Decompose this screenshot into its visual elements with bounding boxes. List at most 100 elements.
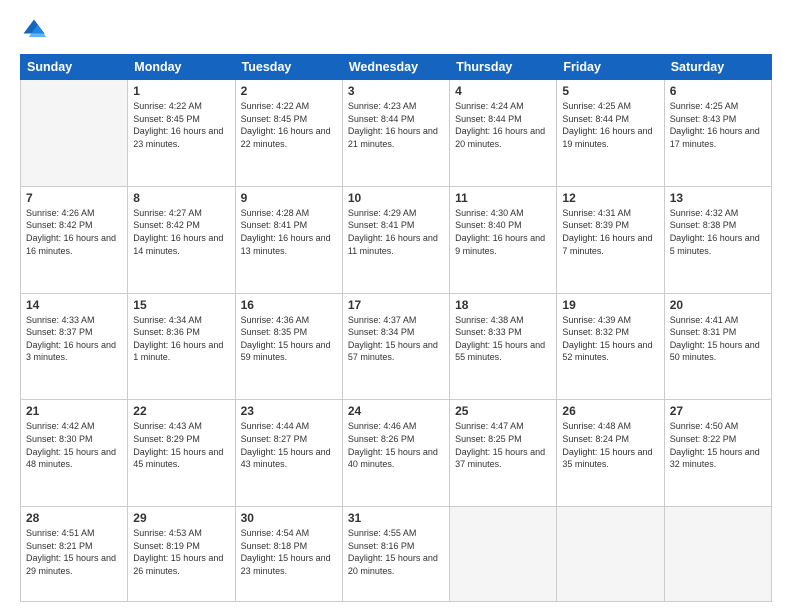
day-number: 20	[670, 298, 766, 312]
day-info: Sunrise: 4:26 AMSunset: 8:42 PMDaylight:…	[26, 207, 122, 257]
calendar-cell: 2Sunrise: 4:22 AMSunset: 8:45 PMDaylight…	[235, 80, 342, 187]
day-info: Sunrise: 4:25 AMSunset: 8:44 PMDaylight:…	[562, 100, 658, 150]
calendar-cell: 10 Sunrise: 4:29 AMSunset: 8:41 PMDayligh…	[342, 186, 449, 293]
calendar-cell: 17 Sunrise: 4:37 AMSunset: 8:34 PMDayligh…	[342, 293, 449, 400]
day-number: 28	[26, 511, 122, 525]
day-number: 14	[26, 298, 122, 312]
calendar-cell	[664, 507, 771, 602]
page: SundayMondayTuesdayWednesdayThursdayFrid…	[0, 0, 792, 612]
calendar-week-row: 21 Sunrise: 4:42 AMSunset: 8:30 PMDayligh…	[21, 400, 772, 507]
calendar-cell: 1 Sunrise: 4:22 AMSunset: 8:45 PMDaylight…	[128, 80, 235, 187]
day-info: Sunrise: 4:42 AMSunset: 8:30 PMDaylight:…	[26, 420, 122, 470]
weekday-header: Tuesday	[235, 55, 342, 80]
day-number: 1	[133, 84, 229, 98]
day-number: 17	[348, 298, 444, 312]
calendar-cell: 27 Sunrise: 4:50 AMSunset: 8:22 PMDayligh…	[664, 400, 771, 507]
day-number: 31	[348, 511, 444, 525]
calendar-cell: 7 Sunrise: 4:26 AMSunset: 8:42 PMDaylight…	[21, 186, 128, 293]
day-number: 7	[26, 191, 122, 205]
calendar-cell: 25 Sunrise: 4:47 AMSunset: 8:25 PMDayligh…	[450, 400, 557, 507]
calendar-cell: 9 Sunrise: 4:28 AMSunset: 8:41 PMDaylight…	[235, 186, 342, 293]
day-info: Sunrise: 4:43 AMSunset: 8:29 PMDaylight:…	[133, 420, 229, 470]
calendar-cell: 16 Sunrise: 4:36 AMSunset: 8:35 PMDayligh…	[235, 293, 342, 400]
weekday-header: Saturday	[664, 55, 771, 80]
day-info: Sunrise: 4:24 AMSunset: 8:44 PMDaylight:…	[455, 100, 551, 150]
day-info: Sunrise: 4:51 AMSunset: 8:21 PMDaylight:…	[26, 527, 122, 577]
day-number: 8	[133, 191, 229, 205]
calendar-cell: 6 Sunrise: 4:25 AMSunset: 8:43 PMDaylight…	[664, 80, 771, 187]
day-number: 25	[455, 404, 551, 418]
weekday-header: Friday	[557, 55, 664, 80]
calendar-week-row: 14 Sunrise: 4:33 AMSunset: 8:37 PMDayligh…	[21, 293, 772, 400]
calendar-cell: 26 Sunrise: 4:48 AMSunset: 8:24 PMDayligh…	[557, 400, 664, 507]
day-info: Sunrise: 4:50 AMSunset: 8:22 PMDaylight:…	[670, 420, 766, 470]
day-info: Sunrise: 4:53 AMSunset: 8:19 PMDaylight:…	[133, 527, 229, 577]
calendar-cell	[21, 80, 128, 187]
weekday-header-row: SundayMondayTuesdayWednesdayThursdayFrid…	[21, 55, 772, 80]
day-info: Sunrise: 4:54 AMSunset: 8:18 PMDaylight:…	[241, 527, 337, 577]
calendar-cell: 31 Sunrise: 4:55 AMSunset: 8:16 PMDayligh…	[342, 507, 449, 602]
calendar-cell	[450, 507, 557, 602]
day-number: 10	[348, 191, 444, 205]
day-info: Sunrise: 4:47 AMSunset: 8:25 PMDaylight:…	[455, 420, 551, 470]
day-info: Sunrise: 4:48 AMSunset: 8:24 PMDaylight:…	[562, 420, 658, 470]
calendar-cell: 23 Sunrise: 4:44 AMSunset: 8:27 PMDayligh…	[235, 400, 342, 507]
day-info: Sunrise: 4:31 AMSunset: 8:39 PMDaylight:…	[562, 207, 658, 257]
day-number: 9	[241, 191, 337, 205]
day-number: 21	[26, 404, 122, 418]
day-number: 26	[562, 404, 658, 418]
weekday-header: Thursday	[450, 55, 557, 80]
day-number: 5	[562, 84, 658, 98]
day-info: Sunrise: 4:37 AMSunset: 8:34 PMDaylight:…	[348, 314, 444, 364]
day-number: 30	[241, 511, 337, 525]
calendar-cell: 11Sunrise: 4:30 AMSunset: 8:40 PMDayligh…	[450, 186, 557, 293]
day-number: 15	[133, 298, 229, 312]
day-info: Sunrise: 4:22 AMSunset: 8:45 PMDaylight:…	[241, 100, 337, 150]
day-number: 29	[133, 511, 229, 525]
calendar-week-row: 1 Sunrise: 4:22 AMSunset: 8:45 PMDaylight…	[21, 80, 772, 187]
calendar-cell: 15 Sunrise: 4:34 AMSunset: 8:36 PMDayligh…	[128, 293, 235, 400]
logo	[20, 16, 52, 44]
day-info: Sunrise: 4:34 AMSunset: 8:36 PMDaylight:…	[133, 314, 229, 364]
calendar-cell: 28 Sunrise: 4:51 AMSunset: 8:21 PMDayligh…	[21, 507, 128, 602]
day-number: 11	[455, 191, 551, 205]
logo-icon	[20, 16, 48, 44]
day-info: Sunrise: 4:32 AMSunset: 8:38 PMDaylight:…	[670, 207, 766, 257]
day-number: 27	[670, 404, 766, 418]
day-info: Sunrise: 4:23 AMSunset: 8:44 PMDaylight:…	[348, 100, 444, 150]
weekday-header: Sunday	[21, 55, 128, 80]
calendar-cell: 20Sunrise: 4:41 AMSunset: 8:31 PMDayligh…	[664, 293, 771, 400]
day-number: 24	[348, 404, 444, 418]
day-info: Sunrise: 4:38 AMSunset: 8:33 PMDaylight:…	[455, 314, 551, 364]
day-info: Sunrise: 4:29 AMSunset: 8:41 PMDaylight:…	[348, 207, 444, 257]
day-info: Sunrise: 4:27 AMSunset: 8:42 PMDaylight:…	[133, 207, 229, 257]
calendar-cell: 30 Sunrise: 4:54 AMSunset: 8:18 PMDayligh…	[235, 507, 342, 602]
day-info: Sunrise: 4:25 AMSunset: 8:43 PMDaylight:…	[670, 100, 766, 150]
calendar-cell: 18 Sunrise: 4:38 AMSunset: 8:33 PMDayligh…	[450, 293, 557, 400]
calendar-cell: 14 Sunrise: 4:33 AMSunset: 8:37 PMDayligh…	[21, 293, 128, 400]
day-number: 13	[670, 191, 766, 205]
calendar: SundayMondayTuesdayWednesdayThursdayFrid…	[20, 54, 772, 602]
day-info: Sunrise: 4:46 AMSunset: 8:26 PMDaylight:…	[348, 420, 444, 470]
day-number: 16	[241, 298, 337, 312]
weekday-header: Wednesday	[342, 55, 449, 80]
day-number: 23	[241, 404, 337, 418]
calendar-week-row: 28 Sunrise: 4:51 AMSunset: 8:21 PMDayligh…	[21, 507, 772, 602]
calendar-cell: 19Sunrise: 4:39 AMSunset: 8:32 PMDayligh…	[557, 293, 664, 400]
header	[20, 16, 772, 44]
calendar-cell: 13 Sunrise: 4:32 AMSunset: 8:38 PMDayligh…	[664, 186, 771, 293]
day-info: Sunrise: 4:33 AMSunset: 8:37 PMDaylight:…	[26, 314, 122, 364]
calendar-cell: 24 Sunrise: 4:46 AMSunset: 8:26 PMDayligh…	[342, 400, 449, 507]
day-number: 22	[133, 404, 229, 418]
day-number: 18	[455, 298, 551, 312]
day-info: Sunrise: 4:28 AMSunset: 8:41 PMDaylight:…	[241, 207, 337, 257]
calendar-cell: 8 Sunrise: 4:27 AMSunset: 8:42 PMDaylight…	[128, 186, 235, 293]
calendar-cell: 29 Sunrise: 4:53 AMSunset: 8:19 PMDayligh…	[128, 507, 235, 602]
day-info: Sunrise: 4:36 AMSunset: 8:35 PMDaylight:…	[241, 314, 337, 364]
calendar-cell: 4Sunrise: 4:24 AMSunset: 8:44 PMDaylight…	[450, 80, 557, 187]
day-info: Sunrise: 4:44 AMSunset: 8:27 PMDaylight:…	[241, 420, 337, 470]
calendar-week-row: 7 Sunrise: 4:26 AMSunset: 8:42 PMDaylight…	[21, 186, 772, 293]
day-info: Sunrise: 4:55 AMSunset: 8:16 PMDaylight:…	[348, 527, 444, 577]
day-info: Sunrise: 4:22 AMSunset: 8:45 PMDaylight:…	[133, 100, 229, 150]
day-number: 6	[670, 84, 766, 98]
